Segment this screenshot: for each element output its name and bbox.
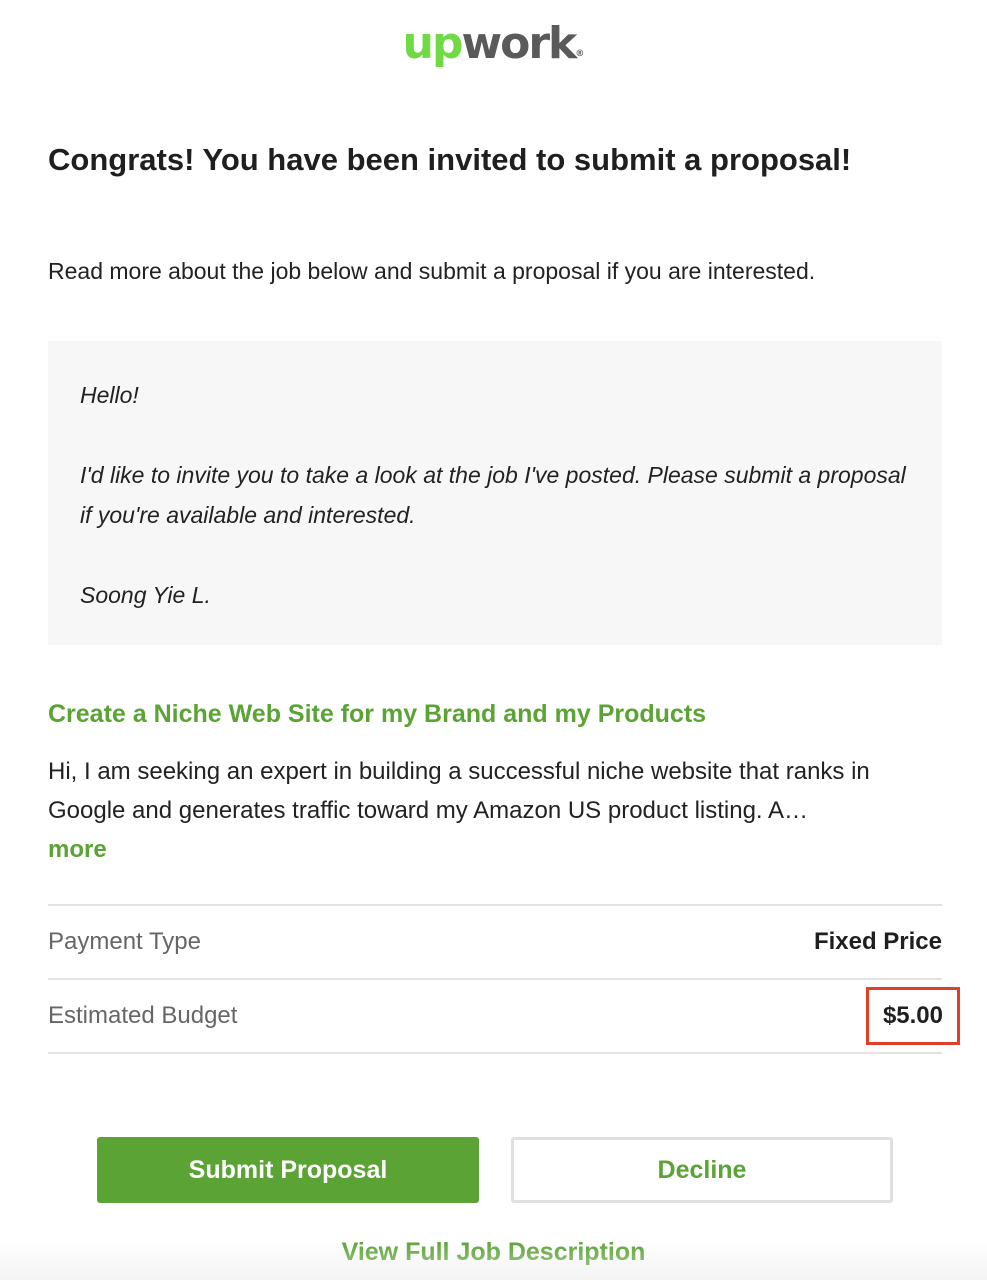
invitation-message: Hello! I'd like to invite you to take a … bbox=[48, 341, 942, 645]
logo-registered-mark: ® bbox=[575, 49, 585, 59]
message-greeting: Hello! bbox=[80, 382, 139, 408]
decline-button[interactable]: Decline bbox=[511, 1137, 893, 1203]
estimated-budget-row: Estimated Budget $5.00 bbox=[48, 978, 960, 1054]
view-full-job-description-link[interactable]: View Full Job Description bbox=[0, 1234, 987, 1270]
estimated-budget-label: Estimated Budget bbox=[48, 1002, 238, 1029]
payment-type-value: Fixed Price bbox=[813, 928, 942, 955]
job-description: Hi, I am seeking an expert in building a… bbox=[48, 752, 940, 869]
more-link[interactable]: more bbox=[48, 830, 940, 869]
logo-work-text: work bbox=[461, 18, 577, 69]
job-title-link[interactable]: Create a Niche Web Site for my Brand and… bbox=[48, 696, 948, 732]
message-signature: Soong Yie L. bbox=[80, 582, 211, 608]
submit-proposal-button[interactable]: Submit Proposal bbox=[97, 1137, 479, 1203]
upwork-logo: upwork® bbox=[0, 16, 987, 72]
estimated-budget-value: $5.00 bbox=[865, 987, 960, 1045]
logo-up-text: up bbox=[402, 18, 464, 69]
payment-type-label: Payment Type bbox=[48, 928, 201, 955]
page-title: Congrats! You have been invited to submi… bbox=[48, 142, 852, 177]
job-description-text: Hi, I am seeking an expert in building a… bbox=[48, 758, 870, 824]
message-body: I'd like to invite you to take a look at… bbox=[80, 462, 906, 528]
payment-type-row: Payment Type Fixed Price bbox=[48, 904, 942, 978]
intro-text: Read more about the job below and submit… bbox=[48, 258, 816, 284]
